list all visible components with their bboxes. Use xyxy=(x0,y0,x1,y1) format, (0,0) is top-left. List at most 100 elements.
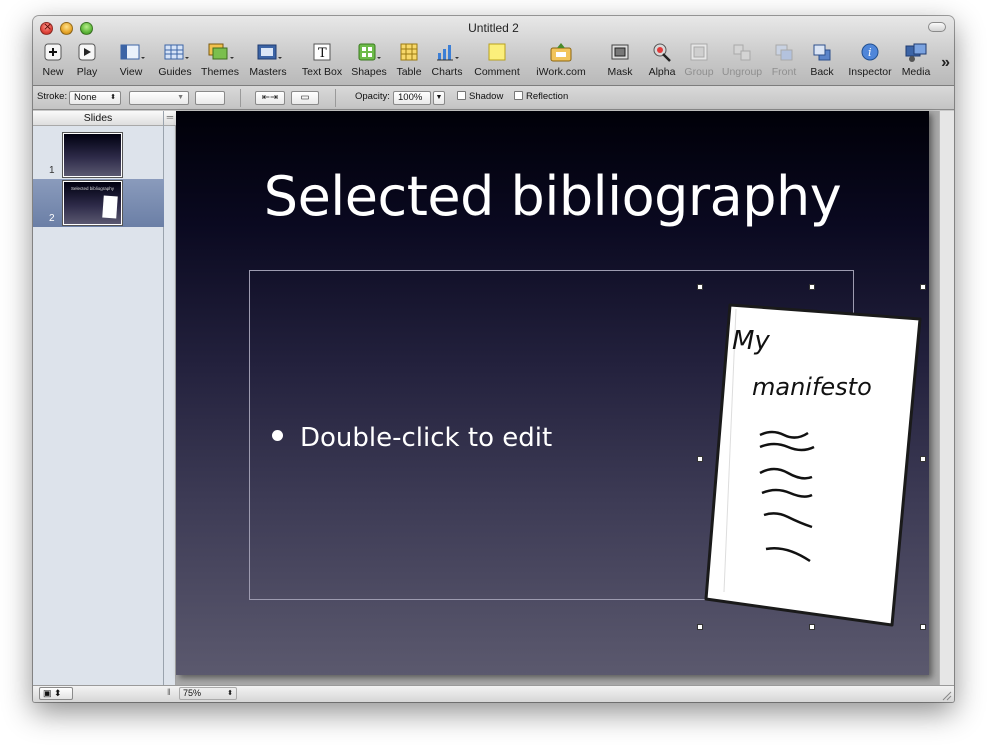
stepper-arrows-icon: ⬍ xyxy=(227,690,233,697)
reflection-checkbox[interactable]: Reflection xyxy=(514,91,568,105)
rectangle-icon: ▭ xyxy=(300,92,310,103)
keynote-window: Untitled 2 New Play View xyxy=(33,16,954,702)
slide[interactable]: Selected bibliography Double-click to ed… xyxy=(176,111,929,675)
zoom-select[interactable]: 75% ⬍ xyxy=(179,687,237,700)
resize-handle[interactable] xyxy=(920,284,926,290)
shapes-icon xyxy=(355,42,383,64)
toolbar-media-button[interactable]: Media xyxy=(899,42,933,78)
resize-handle[interactable] xyxy=(697,456,703,462)
front-icon xyxy=(770,42,798,64)
resize-handle[interactable] xyxy=(920,456,926,462)
bullet-icon xyxy=(272,430,283,441)
line-style-icon: ⇤⇥ xyxy=(262,92,278,103)
resize-handle[interactable] xyxy=(809,284,815,290)
thumbnail-image xyxy=(102,195,118,219)
stroke-width-select[interactable]: ▼ xyxy=(129,91,189,105)
svg-text:T: T xyxy=(318,46,327,61)
toolbar-iwork-button[interactable]: iWork.com xyxy=(535,42,587,78)
toolbar-shapes-button[interactable]: Shapes xyxy=(349,42,389,78)
stroke-color-well[interactable] xyxy=(195,91,225,105)
slide-navigator: Slides 1 2 Selected bibliography xyxy=(33,111,164,685)
info-icon: i xyxy=(856,42,884,64)
mask-icon xyxy=(606,42,634,64)
resize-handle[interactable] xyxy=(697,284,703,290)
plus-icon xyxy=(39,42,67,64)
slide-thumbnail[interactable]: Selected bibliography xyxy=(63,181,122,225)
grid-icon xyxy=(161,42,189,64)
slide-canvas: Selected bibliography Double-click to ed… xyxy=(176,111,954,685)
bullet-item[interactable]: Double-click to edit xyxy=(272,423,552,453)
comment-icon xyxy=(483,42,511,64)
themes-icon xyxy=(206,42,234,64)
toolbar-guides-button[interactable]: Guides xyxy=(157,42,193,78)
manifesto-title-line1: My xyxy=(732,326,770,356)
iwork-share-icon xyxy=(547,42,575,64)
ungroup-icon xyxy=(728,42,756,64)
slide-number: 1 xyxy=(49,165,55,176)
toolbar-charts-button[interactable]: Charts xyxy=(429,42,465,78)
split-view-handle[interactable]: ═ xyxy=(164,111,176,126)
resize-handle[interactable] xyxy=(920,624,926,630)
slide-thumbnail-row-selected[interactable]: 2 Selected bibliography xyxy=(33,179,164,227)
resize-handle[interactable] xyxy=(809,624,815,630)
resize-handle[interactable] xyxy=(697,624,703,630)
navigator-gutter xyxy=(164,126,176,685)
separator xyxy=(240,89,241,107)
chart-icon xyxy=(433,42,461,64)
back-icon xyxy=(808,42,836,64)
dropdown-arrow-icon: ▼ xyxy=(177,94,184,101)
resize-grip-icon[interactable] xyxy=(940,689,952,701)
checkbox-icon xyxy=(457,91,466,100)
toolbar-back-button[interactable]: Back xyxy=(807,42,837,78)
svg-text:i: i xyxy=(868,46,872,59)
stepper-arrows-icon: ⬍ xyxy=(110,94,116,101)
text-box-icon: T xyxy=(308,42,336,64)
line-endpoints-button[interactable]: ⇤⇥ xyxy=(255,91,285,105)
toolbar-inspector-button[interactable]: i Inspector xyxy=(845,42,895,78)
toolbar-play-button[interactable]: Play xyxy=(73,42,101,78)
fill-button[interactable]: ▭ xyxy=(291,91,319,105)
masters-icon xyxy=(254,42,282,64)
toolbar-table-button[interactable]: Table xyxy=(393,42,425,78)
toolbar-comment-button[interactable]: Comment xyxy=(473,42,521,78)
stroke-label: Stroke: xyxy=(37,91,68,102)
toolbar: New Play View Guides Themes Masters T Te… xyxy=(33,42,954,82)
toolbar-masters-button[interactable]: Masters xyxy=(247,42,289,78)
toolbar-themes-button[interactable]: Themes xyxy=(200,42,240,78)
opacity-field[interactable]: 100% xyxy=(393,91,431,105)
toolbar-toggle-button[interactable] xyxy=(928,22,946,32)
shadow-checkbox[interactable]: Shadow xyxy=(457,91,503,105)
vertical-scrollbar[interactable] xyxy=(939,111,954,685)
opacity-dropdown-button[interactable]: ▼ xyxy=(433,91,445,105)
toolbar-ungroup-button[interactable]: Ungroup xyxy=(721,42,763,78)
alpha-wand-icon xyxy=(648,42,676,64)
slide-thumbnail-row[interactable]: 1 xyxy=(33,131,164,179)
toolbar-overflow-button[interactable]: » xyxy=(941,54,950,72)
split-handle-icon[interactable]: ‖ xyxy=(167,687,171,697)
toolbar-group-button[interactable]: Group xyxy=(683,42,715,78)
media-icon xyxy=(902,42,930,64)
separator xyxy=(335,89,336,107)
view-options-button[interactable]: ▣ ⬍ xyxy=(39,687,73,700)
toolbar-text-box-button[interactable]: T Text Box xyxy=(299,42,345,78)
toolbar-front-button[interactable]: Front xyxy=(769,42,799,78)
group-icon xyxy=(685,42,713,64)
navigator-header: Slides xyxy=(33,111,163,126)
manifesto-title-line2: manifesto xyxy=(752,373,872,401)
format-bar: Stroke: None ⬍ ▼ ⇤⇥ ▭ Opacity: 100% ▼ Sh… xyxy=(33,86,954,110)
manifesto-image[interactable]: My manifesto xyxy=(700,287,924,631)
toolbar-new-button[interactable]: New xyxy=(39,42,67,78)
stroke-style-select[interactable]: None ⬍ xyxy=(69,91,121,105)
title-bar: Untitled 2 New Play View xyxy=(33,16,954,86)
thumbnail-title: Selected bibliography xyxy=(70,186,115,191)
view-icon xyxy=(117,42,145,64)
slide-thumbnail[interactable] xyxy=(63,133,122,177)
toolbar-view-button[interactable]: View xyxy=(113,42,149,78)
slide-title[interactable]: Selected bibliography xyxy=(176,165,929,228)
toolbar-alpha-button[interactable]: Alpha xyxy=(647,42,677,78)
opacity-label: Opacity: xyxy=(355,91,390,102)
toolbar-mask-button[interactable]: Mask xyxy=(605,42,635,78)
table-icon xyxy=(395,42,423,64)
slide-view-icon: ▣ ⬍ xyxy=(43,688,62,698)
bottom-bar: ▣ ⬍ ‖ 75% ⬍ xyxy=(33,685,954,702)
